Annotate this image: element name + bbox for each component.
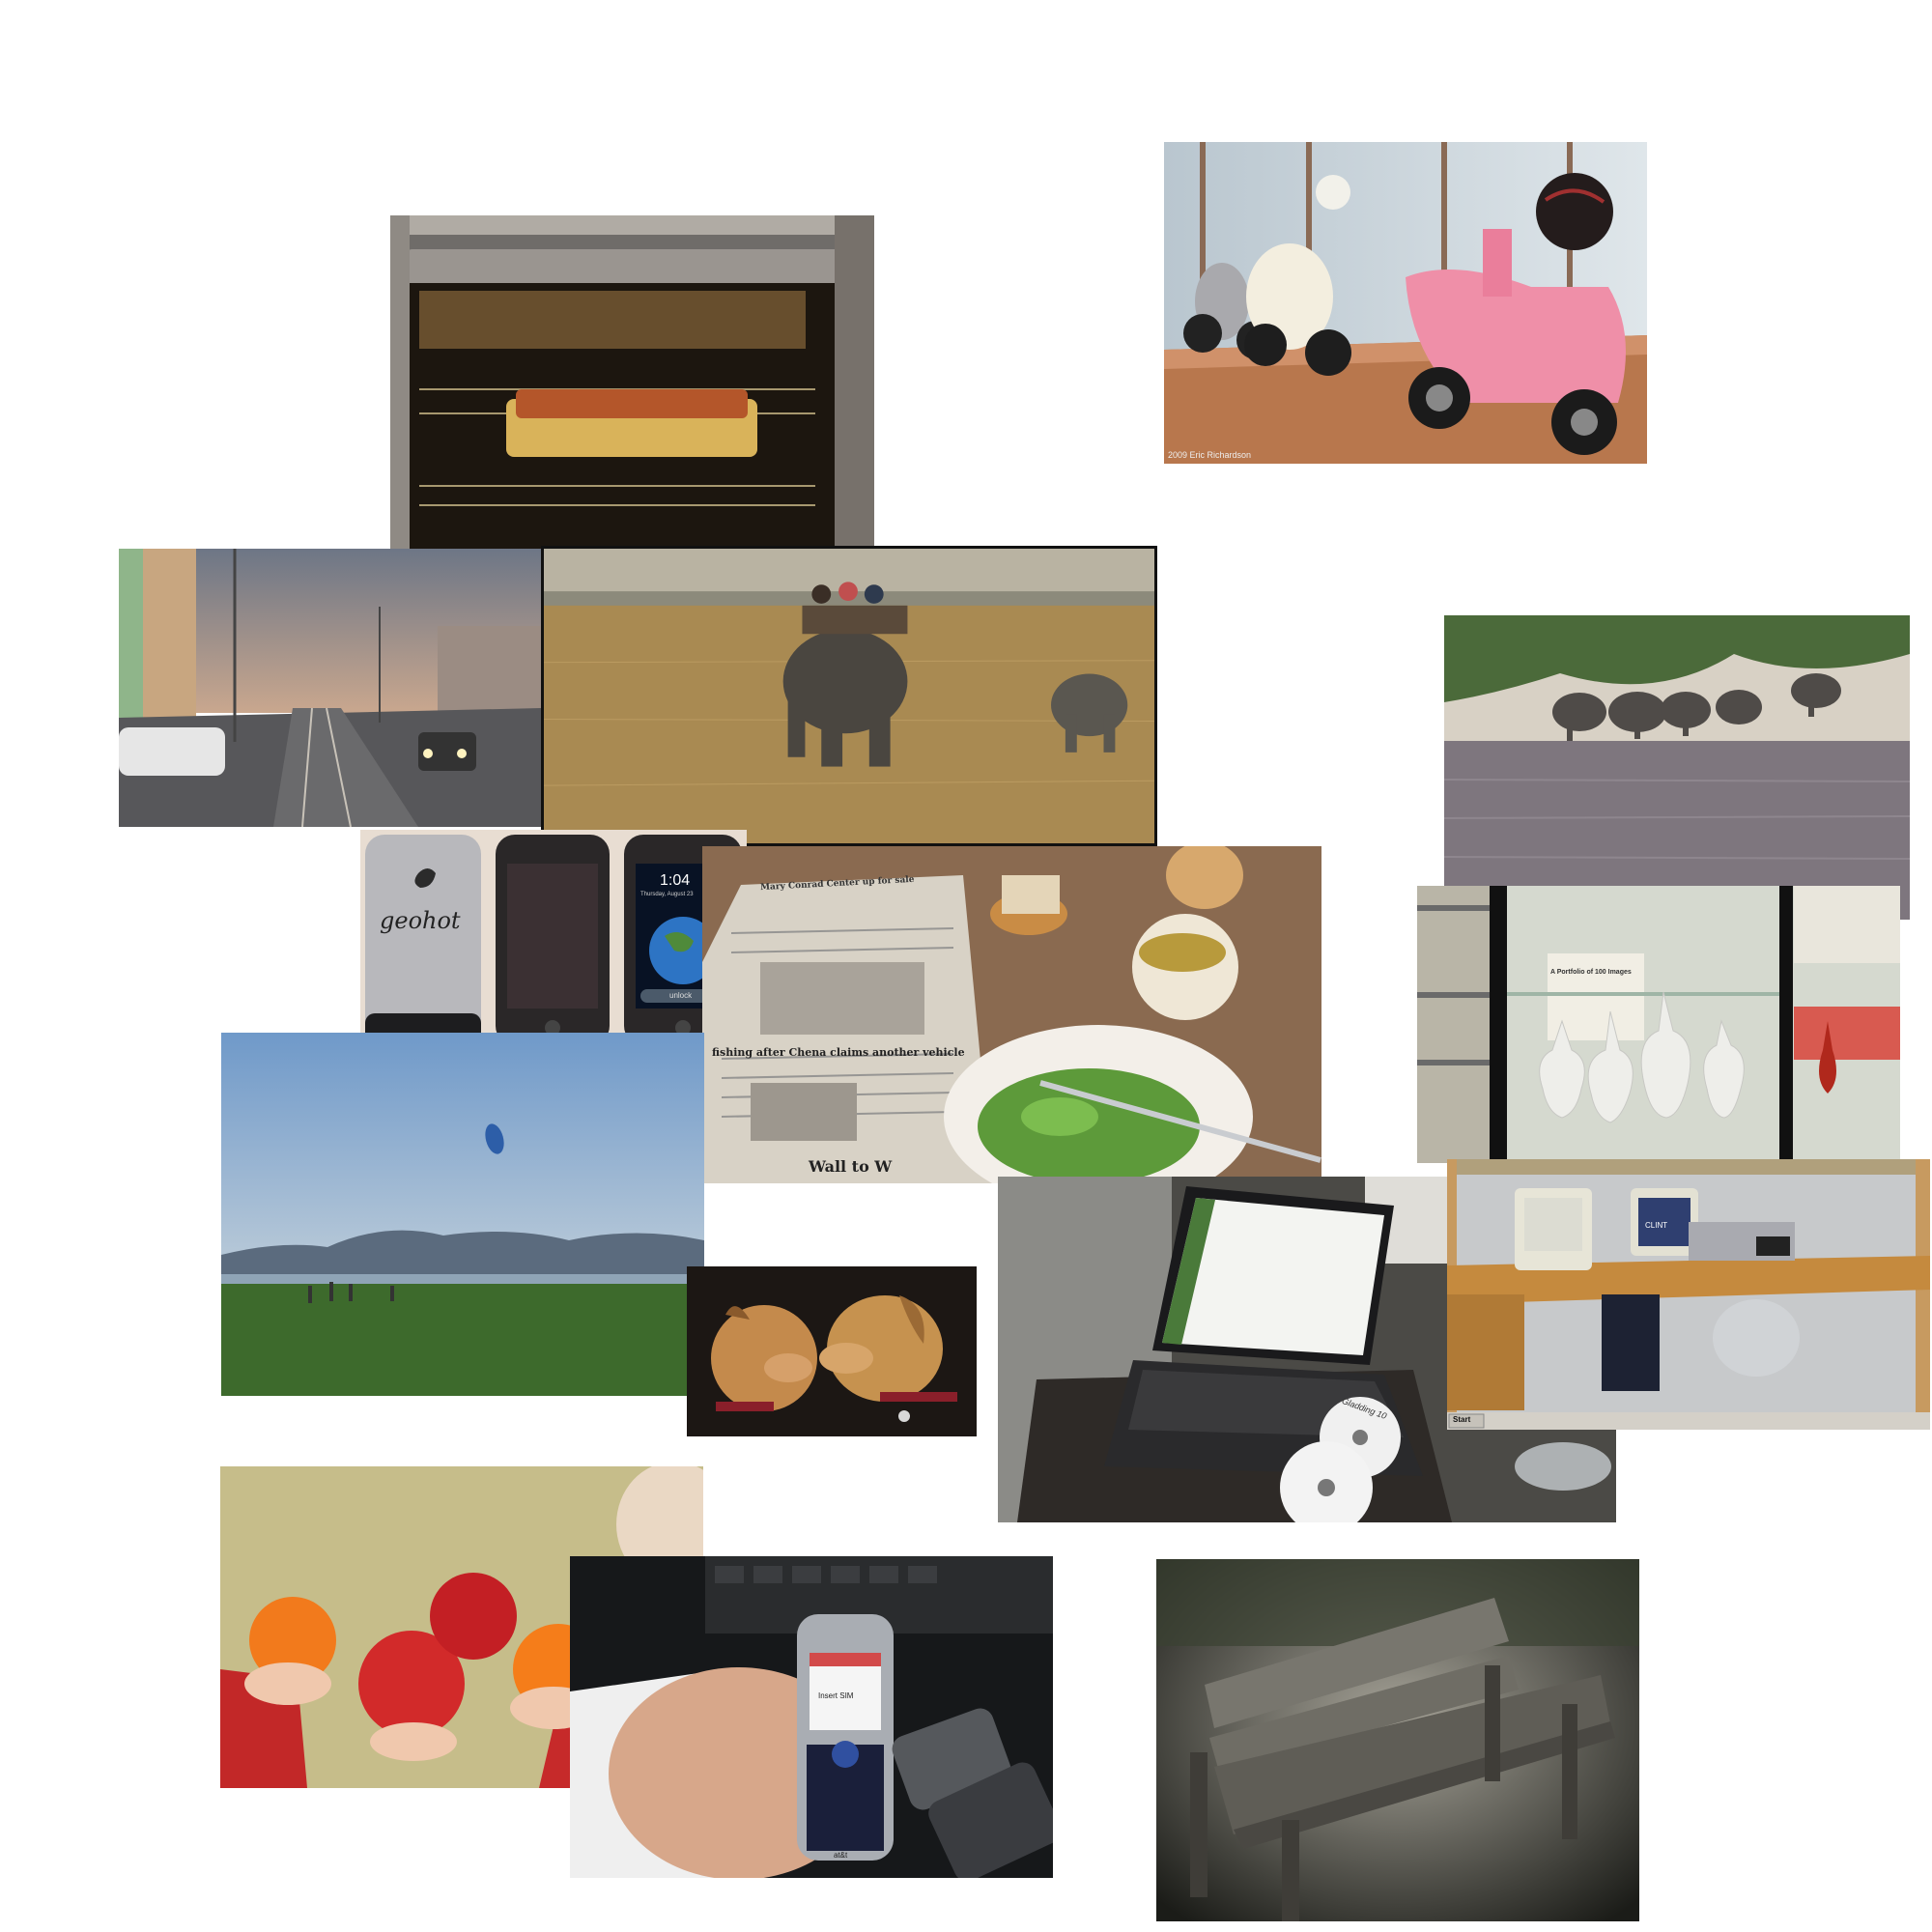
phone-screen-text: Insert SIM	[818, 1691, 854, 1700]
photo-bench	[1156, 1559, 1639, 1921]
phone-slider-text: unlock	[669, 991, 693, 1000]
photo-hand-phone: Insert SIM at&t	[570, 1556, 1053, 1878]
phone-brand: at&t	[834, 1851, 848, 1860]
taskbar-start: Start	[1453, 1415, 1471, 1424]
photo-newspaper-salad: Mary Conrad Center up for sale fishing a…	[702, 846, 1321, 1183]
monitor-text: CLINT	[1645, 1221, 1668, 1230]
phone-date: Thursday, August 23	[640, 892, 694, 897]
newspaper-headline-mid: fishing after Chena claims another vehic…	[712, 1046, 965, 1059]
gallery-sign-title: A Portfolio of 100 Images	[1550, 969, 1632, 976]
photo-elephant-safari	[541, 546, 1157, 846]
photo-credit: 2009 Eric Richardson	[1168, 450, 1252, 460]
photo-office-cubicle: CLINT Start	[1447, 1159, 1930, 1430]
photo-oven	[390, 215, 874, 579]
photo-collage: { "collage": { "photos": [ {"subject": "…	[0, 0, 1932, 1932]
photo-three-phones: geohot 1:04 Thursday, August 23 unlock	[360, 830, 747, 1051]
engraving-text: geohot	[380, 907, 461, 934]
photo-scooters: 2009 Eric Richardson	[1164, 142, 1647, 464]
phone-clock: 1:04	[660, 872, 691, 889]
newspaper-headline-bottom: Wall to W	[809, 1157, 893, 1176]
photo-street	[119, 549, 541, 827]
photo-kite-park	[221, 1033, 704, 1396]
photo-elephants-river	[1444, 615, 1910, 920]
photo-two-dogs	[687, 1266, 977, 1436]
photo-glass-vases: A Portfolio of 100 Images	[1417, 886, 1900, 1163]
